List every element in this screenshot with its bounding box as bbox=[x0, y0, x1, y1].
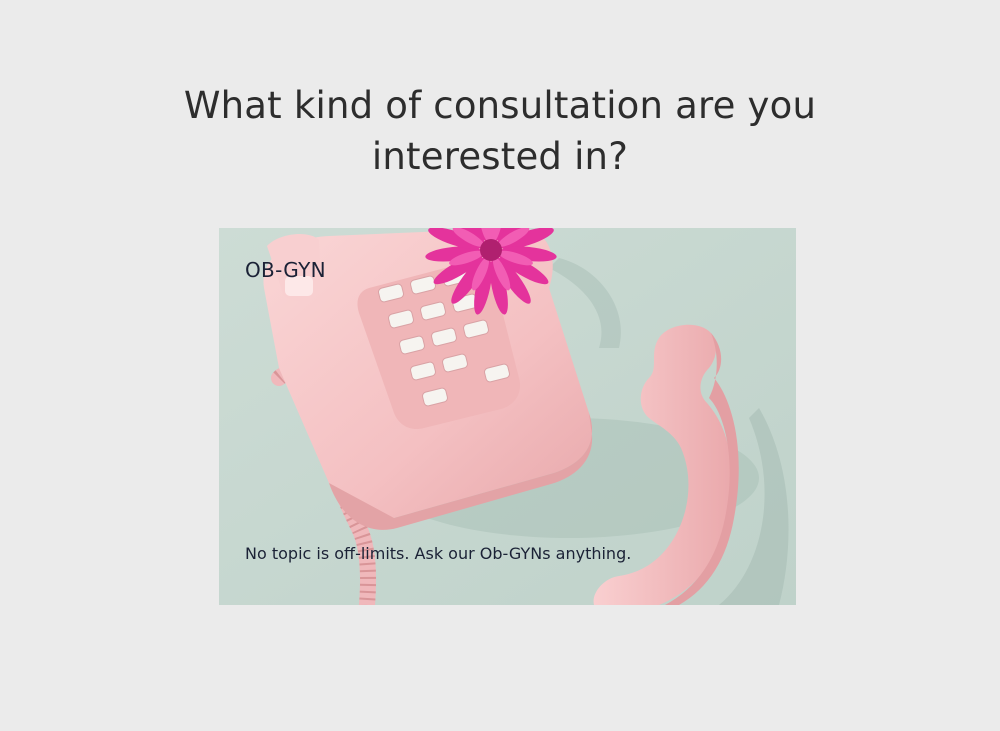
consultation-option-obgyn[interactable]: OB-GYN No topic is off-limits. Ask our O… bbox=[219, 228, 796, 605]
option-title: OB-GYN bbox=[245, 258, 326, 282]
option-description: No topic is off-limits. Ask our Ob-GYNs … bbox=[245, 544, 632, 563]
page-question: What kind of consultation are you intere… bbox=[183, 84, 817, 178]
